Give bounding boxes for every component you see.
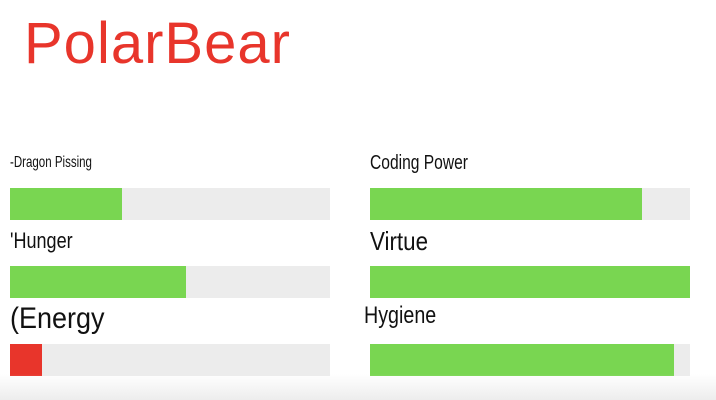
app-title: PolarBear	[24, 11, 291, 76]
stat-bar-fill	[10, 344, 42, 376]
stat-bar-fill	[10, 188, 122, 220]
stat-label: Hygiene	[364, 302, 437, 329]
stat-bar-fill	[370, 266, 690, 298]
stat-label: (Energy	[10, 302, 105, 335]
stat-bar-track	[10, 344, 330, 376]
stat-label: Coding Power	[370, 152, 468, 174]
stat-bar-track	[370, 266, 690, 298]
stat-bar-track	[10, 266, 330, 298]
stat-label: -Dragon Pissing	[10, 154, 92, 171]
stat-label: Virtue	[370, 226, 429, 256]
stat-label: 'Hunger	[10, 228, 73, 253]
stat-bar-fill	[370, 344, 674, 376]
stat-bar-track	[370, 188, 690, 220]
stat-bar-track	[370, 344, 690, 376]
bottom-shadow	[0, 374, 716, 400]
stat-bar-track	[10, 188, 330, 220]
stat-bar-fill	[370, 188, 642, 220]
stat-bar-fill	[10, 266, 186, 298]
